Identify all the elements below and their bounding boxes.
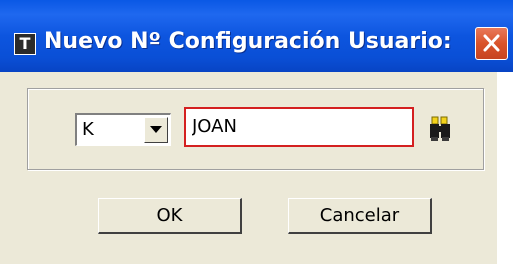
window-edge — [497, 72, 513, 264]
app-icon: T — [14, 33, 36, 55]
name-input[interactable] — [192, 115, 402, 139]
close-icon — [483, 34, 500, 52]
prefix-select-value: K — [82, 119, 94, 140]
cancel-button[interactable]: Cancelar — [288, 198, 432, 234]
dialog-window: T Nuevo Nº Configuración Usuario: K JOAN… — [0, 0, 513, 264]
window-title: Nuevo Nº Configuración Usuario: — [44, 29, 452, 54]
search-button[interactable] — [425, 113, 456, 145]
binoculars-icon — [430, 116, 450, 141]
chevron-down-icon — [150, 126, 162, 133]
title-bar[interactable]: T Nuevo Nº Configuración Usuario: — [0, 0, 513, 72]
close-button[interactable] — [475, 27, 508, 60]
dropdown-button[interactable] — [144, 117, 168, 143]
prefix-select[interactable]: K — [75, 113, 171, 146]
name-field[interactable] — [184, 107, 414, 147]
ok-button[interactable]: OK — [98, 198, 242, 234]
